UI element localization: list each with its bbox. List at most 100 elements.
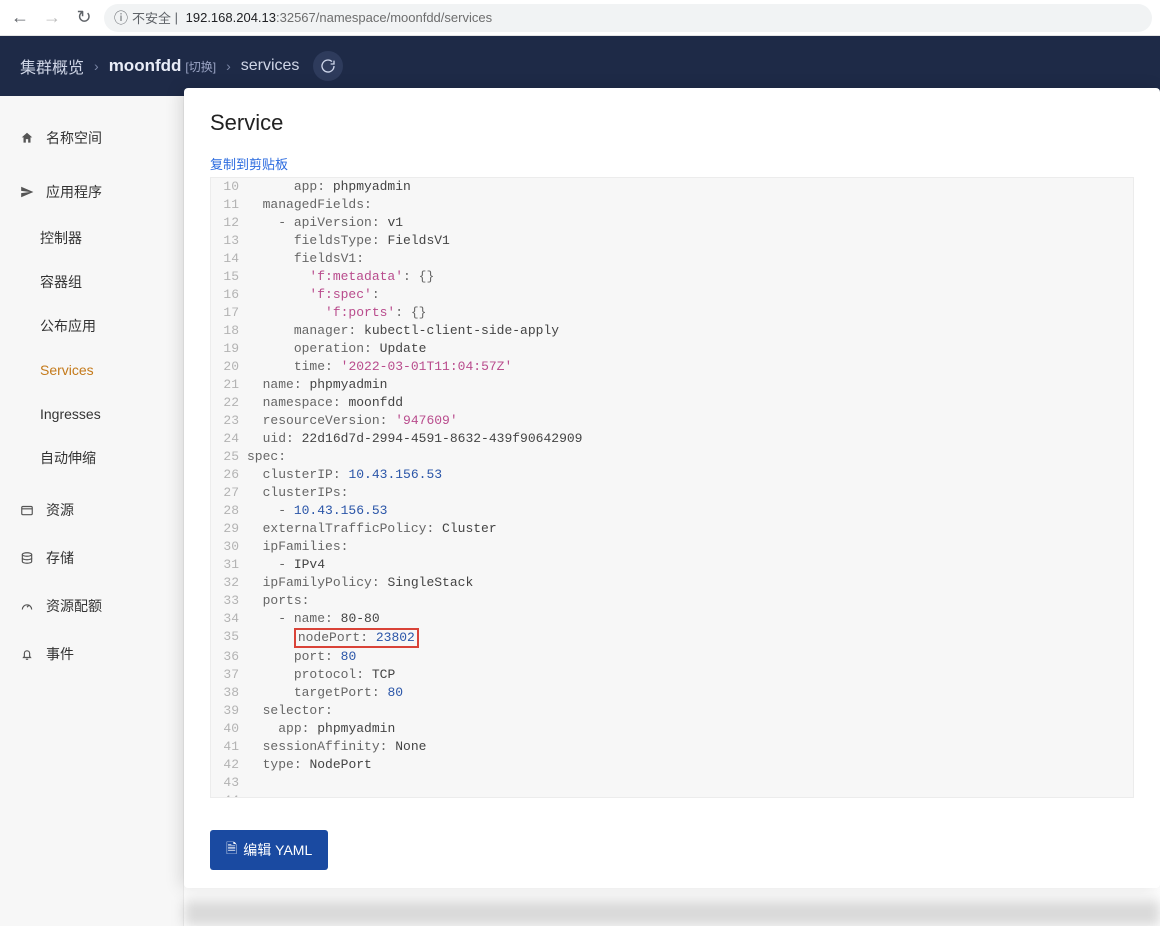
sidebar-item-storage[interactable]: 存储 xyxy=(0,534,183,582)
line-number: 44 xyxy=(211,792,247,798)
code-line: 41 sessionAffinity: None xyxy=(211,738,1133,756)
insecure-label: 不安全 xyxy=(132,8,171,27)
line-number: 34 xyxy=(211,610,247,628)
line-number: 25 xyxy=(211,448,247,466)
line-content: clusterIP: 10.43.156.53 xyxy=(247,466,1133,484)
plane-icon xyxy=(20,185,38,199)
line-number: 16 xyxy=(211,286,247,304)
box-icon xyxy=(20,503,38,517)
crumb-services[interactable]: services xyxy=(241,57,300,75)
code-line: 38 targetPort: 80 xyxy=(211,684,1133,702)
code-line: 39 selector: xyxy=(211,702,1133,720)
line-number: 42 xyxy=(211,756,247,774)
line-number: 40 xyxy=(211,720,247,738)
line-content: 'f:spec': xyxy=(247,286,1133,304)
line-content: fieldsV1: xyxy=(247,250,1133,268)
refresh-button[interactable] xyxy=(313,51,343,81)
edit-yaml-button[interactable]: 🗎 编辑 YAML xyxy=(210,830,328,870)
code-line: 32 ipFamilyPolicy: SingleStack xyxy=(211,574,1133,592)
sidebar-item-resources[interactable]: 资源 xyxy=(0,486,183,534)
line-content: app: phpmyadmin xyxy=(247,720,1133,738)
code-line: 27 clusterIPs: xyxy=(211,484,1133,502)
url-text: 192.168.204.13:32567/namespace/moonfdd/s… xyxy=(186,10,492,25)
sidebar-item-quota[interactable]: 资源配额 xyxy=(0,582,183,630)
crumb-namespace[interactable]: moonfdd xyxy=(109,56,182,76)
line-number: 21 xyxy=(211,376,247,394)
edit-yaml-label: 编辑 YAML xyxy=(243,840,312,860)
line-content xyxy=(247,792,1133,798)
yaml-code-block[interactable]: 10 app: phpmyadmin11 managedFields:12 - … xyxy=(210,177,1134,798)
code-line: 33 ports: xyxy=(211,592,1133,610)
line-content: 'f:ports': {} xyxy=(247,304,1133,322)
sidebar-item-ingresses[interactable]: Ingresses xyxy=(0,392,183,436)
bell-icon xyxy=(20,647,38,661)
line-content: ports: xyxy=(247,592,1133,610)
line-number: 26 xyxy=(211,466,247,484)
nav-back-icon[interactable]: ← xyxy=(8,7,32,28)
sidebar-item-label: 名称空间 xyxy=(46,128,102,148)
code-line: 29 externalTrafficPolicy: Cluster xyxy=(211,520,1133,538)
sidebar-item-pods[interactable]: 容器组 xyxy=(0,260,183,304)
code-line: 15 'f:metadata': {} xyxy=(211,268,1133,286)
code-line: 31 - IPv4 xyxy=(211,556,1133,574)
code-line: 19 operation: Update xyxy=(211,340,1133,358)
line-content: - name: 80-80 xyxy=(247,610,1133,628)
sidebar-item-autoscale[interactable]: 自动伸缩 xyxy=(0,436,183,480)
code-line: 25spec: xyxy=(211,448,1133,466)
line-content: name: phpmyadmin xyxy=(247,376,1133,394)
line-content: clusterIPs: xyxy=(247,484,1133,502)
sidebar-item-label: 公布应用 xyxy=(40,316,96,336)
sidebar-item-publish[interactable]: 公布应用 xyxy=(0,304,183,348)
sidebar-item-controllers[interactable]: 控制器 xyxy=(0,216,183,260)
code-line: 11 managedFields: xyxy=(211,196,1133,214)
code-line: 20 time: '2022-03-01T11:04:57Z' xyxy=(211,358,1133,376)
code-line: 35 nodePort: 23802 xyxy=(211,628,1133,648)
code-line: 10 app: phpmyadmin xyxy=(211,178,1133,196)
code-line: 21 name: phpmyadmin xyxy=(211,376,1133,394)
nav-reload-icon[interactable]: ↻ xyxy=(72,7,96,28)
sidebar-item-label: Services xyxy=(40,362,94,378)
namespace-switch-link[interactable]: [切换] xyxy=(185,58,216,75)
document-icon: 🗎 xyxy=(226,838,237,862)
sidebar-item-services[interactable]: Services xyxy=(0,348,183,392)
line-content: spec: xyxy=(247,448,1133,466)
copy-to-clipboard-link[interactable]: 复制到剪贴板 xyxy=(210,154,1134,173)
code-line: 26 clusterIP: 10.43.156.53 xyxy=(211,466,1133,484)
sidebar-item-label: 自动伸缩 xyxy=(40,448,96,468)
line-number: 19 xyxy=(211,340,247,358)
line-content: resourceVersion: '947609' xyxy=(247,412,1133,430)
browser-toolbar: ← → ↻ ⓘ 不安全 | 192.168.204.13:32567/names… xyxy=(0,0,1160,36)
address-bar[interactable]: ⓘ 不安全 | 192.168.204.13:32567/namespace/m… xyxy=(104,4,1152,32)
line-content: externalTrafficPolicy: Cluster xyxy=(247,520,1133,538)
code-line: 16 'f:spec': xyxy=(211,286,1133,304)
line-content: - 10.43.156.53 xyxy=(247,502,1133,520)
line-number: 14 xyxy=(211,250,247,268)
line-number: 11 xyxy=(211,196,247,214)
line-number: 37 xyxy=(211,666,247,684)
sidebar-item-label: 存储 xyxy=(46,548,74,568)
insecure-indicator: ⓘ 不安全 | xyxy=(114,8,182,28)
line-number: 17 xyxy=(211,304,247,322)
line-number: 43 xyxy=(211,774,247,792)
line-content xyxy=(247,774,1133,792)
code-line: 22 namespace: moonfdd xyxy=(211,394,1133,412)
sidebar-item-apps[interactable]: 应用程序 xyxy=(0,168,183,216)
code-line: 40 app: phpmyadmin xyxy=(211,720,1133,738)
nav-forward-icon[interactable]: → xyxy=(40,7,64,28)
code-line: 36 port: 80 xyxy=(211,648,1133,666)
line-number: 39 xyxy=(211,702,247,720)
sidebar-item-namespace[interactable]: 名称空间 xyxy=(0,114,183,162)
app-header: 集群概览 › moonfdd [切换] › services xyxy=(0,36,1160,96)
sidebar-item-events[interactable]: 事件 xyxy=(0,630,183,678)
line-content: ipFamilyPolicy: SingleStack xyxy=(247,574,1133,592)
line-content: app: phpmyadmin xyxy=(247,178,1133,196)
line-number: 24 xyxy=(211,430,247,448)
line-content: fieldsType: FieldsV1 xyxy=(247,232,1133,250)
code-line: 12 - apiVersion: v1 xyxy=(211,214,1133,232)
sidebar-item-label: Ingresses xyxy=(40,406,101,422)
crumb-cluster-overview[interactable]: 集群概览 xyxy=(20,54,84,78)
line-number: 29 xyxy=(211,520,247,538)
line-content: namespace: moonfdd xyxy=(247,394,1133,412)
sidebar-item-label: 容器组 xyxy=(40,272,82,292)
line-number: 10 xyxy=(211,178,247,196)
